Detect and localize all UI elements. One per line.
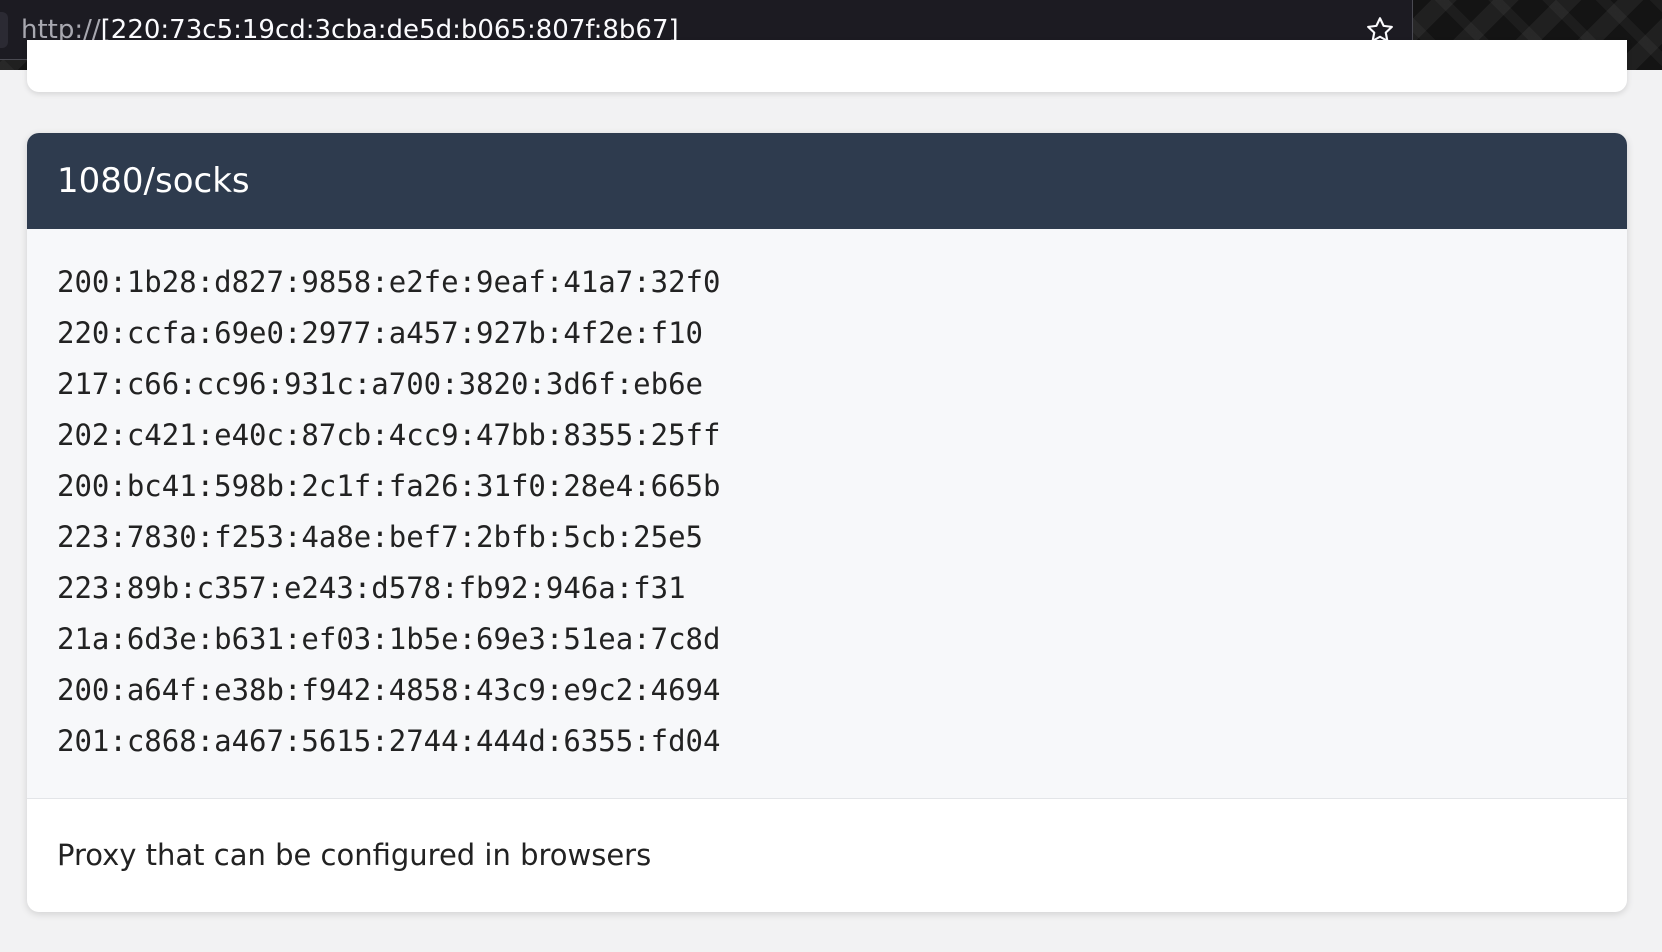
address-item: 223:7830:f253:4a8e:bef7:2bfb:5cb:25e5: [57, 520, 704, 554]
service-card: 1080/socks 200:1b28:d827:9858:e2fe:9eaf:…: [27, 133, 1627, 912]
address-item: 200:a64f:e38b:f942:4858:43c9:e9c2:4694: [57, 673, 721, 707]
address-item: 202:c421:e40c:87cb:4cc9:47bb:8355:25ff: [57, 418, 721, 452]
service-title: 1080/socks: [57, 161, 250, 201]
address-item: 200:bc41:598b:2c1f:fa26:31f0:28e4:665b: [57, 469, 721, 503]
service-address-list-panel: 200:1b28:d827:9858:e2fe:9eaf:41a7:32f0 2…: [27, 229, 1627, 799]
site-info-icon[interactable]: [0, 12, 8, 48]
address-item: 201:c868:a467:5615:2744:444d:6355:fd04: [57, 724, 721, 758]
address-item: 21a:6d3e:b631:ef03:1b5e:69e3:51ea:7c8d: [57, 622, 721, 656]
service-card-header: 1080/socks: [27, 133, 1627, 229]
address-list: 200:1b28:d827:9858:e2fe:9eaf:41a7:32f0 2…: [57, 257, 1627, 767]
address-item: 220:ccfa:69e0:2977:a457:927b:4f2e:f10: [57, 316, 704, 350]
address-item: 200:1b28:d827:9858:e2fe:9eaf:41a7:32f0: [57, 265, 721, 299]
previous-service-card: [27, 40, 1627, 92]
service-description: Proxy that can be configured in browsers: [57, 838, 652, 872]
address-item: 217:c66:cc96:931c:a700:3820:3d6f:eb6e: [57, 367, 704, 401]
address-item: 223:89b:c357:e243:d578:fb92:946a:f31: [57, 571, 686, 605]
service-card-footer: Proxy that can be configured in browsers: [27, 799, 1627, 911]
